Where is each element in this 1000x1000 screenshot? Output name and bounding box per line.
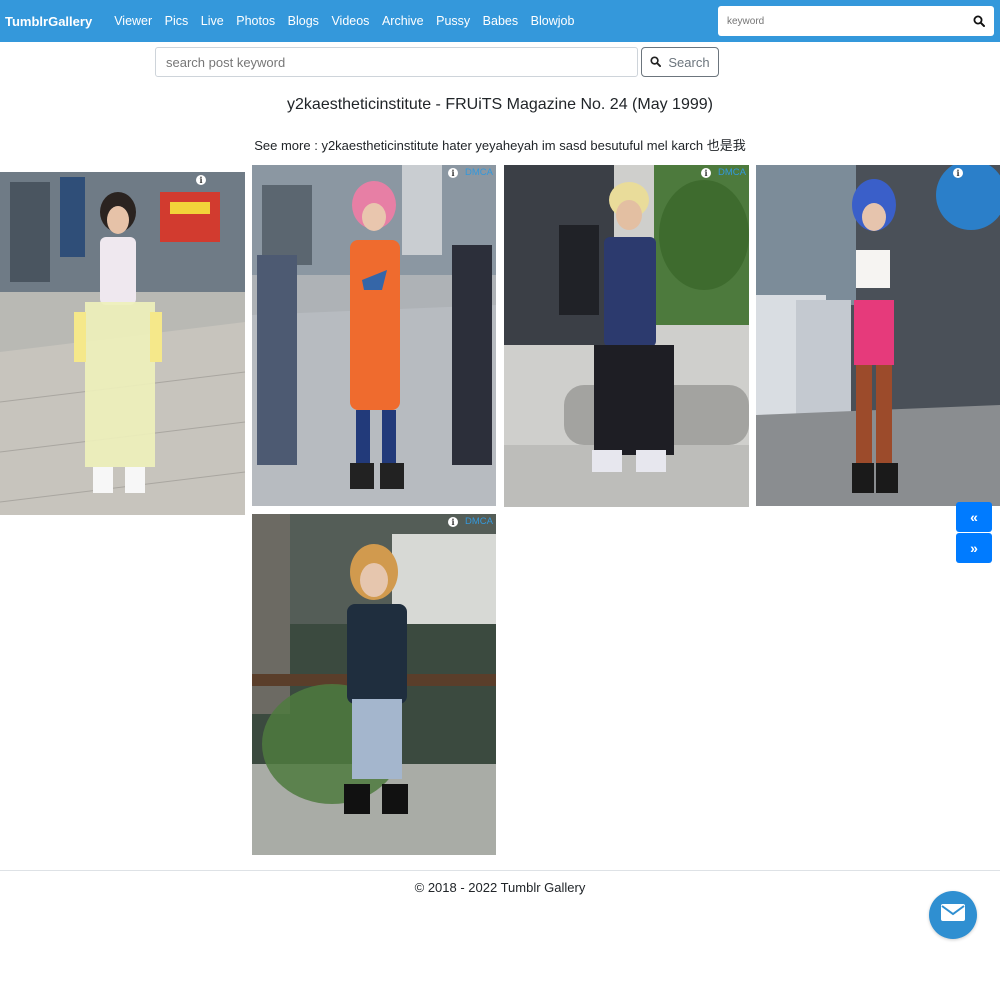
gallery-photo-4[interactable]: i — [756, 165, 1000, 506]
gallery-photo-5[interactable]: i DMCA — [252, 514, 496, 855]
dmca-link[interactable]: DMCA — [465, 167, 493, 178]
tag-link[interactable]: hater — [442, 138, 472, 153]
gallery-photo-2[interactable]: i DMCA — [252, 165, 496, 506]
search-icon[interactable] — [964, 6, 994, 36]
search-button-label: Search — [668, 54, 710, 70]
footer-divider — [0, 870, 1000, 871]
nav-link-viewer[interactable]: Viewer — [114, 14, 152, 28]
previous-page-button[interactable]: « — [956, 502, 992, 532]
nav-link-photos[interactable]: Photos — [236, 14, 275, 28]
nav-link-babes[interactable]: Babes — [483, 14, 518, 28]
keyword-search-input[interactable] — [718, 7, 964, 35]
navbar-search-box — [718, 6, 994, 36]
next-page-button[interactable]: » — [956, 533, 992, 563]
tag-link[interactable]: 也是我 — [707, 138, 746, 153]
search-icon — [650, 55, 662, 70]
tag-link[interactable]: yeyaheyah — [475, 138, 538, 153]
dmca-link[interactable]: DMCA — [465, 516, 493, 527]
brand-logo-link[interactable]: TumblrGallery — [5, 14, 92, 29]
dmca-link[interactable]: DMCA — [718, 167, 746, 178]
post-title: y2kaestheticinstitute - FRUiTS Magazine … — [287, 96, 713, 113]
envelope-icon — [940, 903, 966, 927]
info-icon[interactable]: i — [196, 175, 206, 185]
tag-link[interactable]: karch — [671, 138, 703, 153]
tag-link[interactable]: y2kaestheticinstitute — [321, 138, 438, 153]
gallery-photo-1[interactable]: i — [0, 172, 245, 515]
nav-link-blowjob[interactable]: Blowjob — [531, 14, 575, 28]
nav-link-live[interactable]: Live — [201, 14, 224, 28]
info-icon[interactable]: i — [448, 517, 458, 527]
tag-link[interactable]: sasd — [559, 138, 586, 153]
nav-link-pussy[interactable]: Pussy — [436, 14, 470, 28]
see-more-label: See more : — [254, 138, 318, 153]
info-icon[interactable]: i — [701, 168, 711, 178]
post-search-button[interactable]: Search — [641, 47, 719, 77]
tag-link[interactable]: im — [542, 138, 556, 153]
nav-link-pics[interactable]: Pics — [165, 14, 189, 28]
nav-link-videos[interactable]: Videos — [331, 14, 369, 28]
top-navbar: TumblrGallery Viewer Pics Live Photos Bl… — [0, 0, 1000, 42]
info-icon[interactable]: i — [448, 168, 458, 178]
nav-link-blogs[interactable]: Blogs — [288, 14, 319, 28]
see-more-tags: See more : y2kaestheticinstitute hater y… — [0, 135, 1000, 154]
contact-mail-button[interactable] — [929, 891, 977, 939]
footer-copyright: © 2018 - 2022 Tumblr Gallery — [414, 880, 586, 895]
tag-link[interactable]: besutuful — [590, 138, 643, 153]
tag-link[interactable]: mel — [647, 138, 668, 153]
nav-link-archive[interactable]: Archive — [382, 14, 424, 28]
gallery-photo-3[interactable]: i DMCA — [504, 165, 749, 507]
post-keyword-search-input[interactable] — [155, 47, 638, 77]
info-icon[interactable]: i — [953, 168, 963, 178]
